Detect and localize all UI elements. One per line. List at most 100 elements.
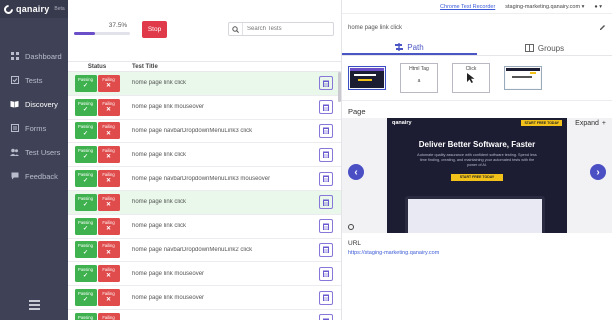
table-row[interactable]: Passing ✓ Failing ✕ home page link click: [68, 215, 341, 239]
search-input[interactable]: [243, 26, 331, 32]
test-title[interactable]: home page navbarDropdownMenuLink2 click: [126, 247, 319, 253]
passing-button[interactable]: Passing✓: [74, 146, 97, 164]
forms-icon: [10, 124, 19, 133]
qanairy-logo-icon: [2, 2, 15, 16]
test-title[interactable]: home page link mouseover: [126, 295, 319, 301]
table-row[interactable]: Passing ✓ Failing ✕ home page navbarDropdown…: [68, 167, 341, 191]
table-row[interactable]: Passing ✓ Failing ✕ home page link click: [68, 190, 341, 215]
failing-button[interactable]: Failing✕: [97, 74, 120, 92]
table-row[interactable]: Passing ✓ Failing ✕ home page link mouseover: [68, 286, 341, 310]
next-arrow-icon[interactable]: ›: [590, 164, 606, 180]
prev-arrow-icon[interactable]: ‹: [348, 164, 364, 180]
failing-button[interactable]: Failing✕: [97, 122, 120, 140]
test-title[interactable]: home page link click: [126, 80, 319, 86]
failing-button[interactable]: Failing✕: [97, 312, 120, 320]
stop-button[interactable]: Stop: [142, 21, 167, 38]
passing-button[interactable]: Passing✓: [74, 265, 97, 283]
table-row[interactable]: Passing ✓ Failing ✕ home page link click: [68, 143, 341, 168]
passing-button[interactable]: Passing✓: [74, 74, 97, 92]
passing-button[interactable]: Passing✓: [74, 289, 97, 307]
delete-button[interactable]: [319, 195, 333, 210]
failing-label: Failing: [102, 243, 115, 249]
sidebar-item-tests[interactable]: Tests: [0, 68, 68, 92]
failing-button[interactable]: Failing✕: [97, 217, 120, 235]
delete-button[interactable]: [319, 219, 333, 234]
delete-button[interactable]: [319, 290, 333, 305]
failing-button[interactable]: Failing✕: [97, 170, 120, 188]
delete-button[interactable]: [319, 314, 333, 320]
expand-button[interactable]: Expand +: [575, 120, 606, 127]
user-menu[interactable]: ● ▾: [594, 4, 602, 10]
delete-button[interactable]: [319, 266, 333, 281]
sidebar-item-forms[interactable]: Forms: [0, 116, 68, 140]
search-icon[interactable]: [229, 23, 243, 35]
test-title[interactable]: home page link mouseover: [126, 271, 319, 277]
url-value[interactable]: https://staging-marketing.qanairy.com: [348, 250, 439, 256]
expand-label: Expand: [575, 120, 599, 127]
delete-button[interactable]: [319, 242, 333, 257]
test-title[interactable]: home page link click: [126, 223, 319, 229]
delete-button[interactable]: [319, 100, 333, 115]
domain-selector[interactable]: staging-marketing.qanairy.com ▾: [505, 4, 584, 10]
passing-button[interactable]: Passing✓: [74, 312, 97, 320]
passing-button[interactable]: Passing✓: [74, 98, 97, 116]
passing-button[interactable]: Passing✓: [74, 193, 97, 211]
passing-button[interactable]: Passing✓: [74, 122, 97, 140]
domain-name: staging-marketing.qanairy.com: [505, 3, 581, 10]
delete-button[interactable]: [319, 76, 333, 91]
failing-label: Failing: [102, 76, 115, 82]
result-page-thumbnail[interactable]: [504, 66, 542, 90]
passing-button[interactable]: Passing✓: [74, 241, 97, 259]
preview-headline: Deliver Better Software, Faster: [418, 140, 536, 149]
brand-logo[interactable]: qanairy Beta: [0, 0, 68, 18]
html-tag-step[interactable]: Html Tag a: [400, 63, 438, 93]
failing-button[interactable]: Failing✕: [97, 289, 120, 307]
sidebar-item-dashboard[interactable]: Dashboard: [0, 44, 68, 68]
test-list-panel: 37.5% Stop Status Test Title Passing✓Fai…: [68, 0, 342, 320]
cursor-icon: [466, 72, 476, 86]
html-tag-label: Html Tag: [409, 66, 429, 72]
scrollbar[interactable]: [338, 72, 341, 102]
failing-button[interactable]: Failing✕: [97, 193, 120, 211]
status-badges: Passing✓Failing✕: [68, 312, 126, 320]
table-row[interactable]: Passing ✓ Failing ✕ home page navbarDropdown…: [68, 120, 341, 144]
table-row[interactable]: Passing ✓ Failing ✕ home page link click: [68, 72, 341, 96]
tab-path[interactable]: Path: [342, 42, 477, 55]
edit-pencil-icon[interactable]: [599, 24, 606, 33]
click-step[interactable]: Click: [452, 63, 490, 93]
table-row[interactable]: Passing✓Failing✕: [68, 310, 341, 320]
test-title[interactable]: home page link click: [126, 152, 319, 158]
tab-label: Path: [407, 43, 424, 52]
test-title[interactable]: home page link click: [126, 199, 319, 205]
page-thumbnail-step[interactable]: [348, 66, 386, 90]
delete-button[interactable]: [319, 123, 333, 138]
status-badges: Passing✓Failing✕: [68, 146, 126, 164]
test-title[interactable]: home page navbarDropdownMenuLink3 click: [126, 128, 319, 134]
sidebar-item-test-users[interactable]: Test Users: [0, 140, 68, 164]
failing-button[interactable]: Failing✕: [97, 241, 120, 259]
test-title[interactable]: home page navbarDropdownMenuLink3 mouseo…: [126, 176, 319, 182]
sidebar-item-feedback[interactable]: Feedback: [0, 164, 68, 188]
checklist-icon: [10, 76, 19, 85]
menu-toggle-icon[interactable]: [29, 300, 40, 312]
passing-button[interactable]: Passing✓: [74, 170, 97, 188]
delete-button[interactable]: [319, 171, 333, 186]
status-column-header: Status: [87, 63, 107, 70]
sidebar-item-discovery[interactable]: Discovery: [0, 92, 68, 116]
status-badges: Passing✓Failing✕: [68, 265, 126, 283]
failing-label: Failing: [102, 314, 115, 320]
table-row[interactable]: Passing ✓ Failing ✕ home page navbarDropdown…: [68, 239, 341, 263]
passing-button[interactable]: Passing✓: [74, 217, 97, 235]
failing-button[interactable]: Failing✕: [97, 98, 120, 116]
chrome-recorder-link[interactable]: Chrome Test Recorder: [440, 4, 495, 10]
table-row[interactable]: Passing ✓ Failing ✕ home page link mouseover: [68, 96, 341, 120]
failing-button[interactable]: Failing✕: [97, 265, 120, 283]
failing-button[interactable]: Failing✕: [97, 146, 120, 164]
x-icon: ✕: [105, 82, 112, 89]
table-row[interactable]: Passing ✓ Failing ✕ home page link mouseover: [68, 262, 341, 287]
delete-button[interactable]: [319, 147, 333, 162]
test-title[interactable]: home page link mouseover: [126, 104, 319, 110]
step-title: home page link click: [348, 25, 403, 31]
sidebar-item-label: Discovery: [25, 99, 58, 109]
tab-groups[interactable]: Groups: [477, 42, 612, 55]
